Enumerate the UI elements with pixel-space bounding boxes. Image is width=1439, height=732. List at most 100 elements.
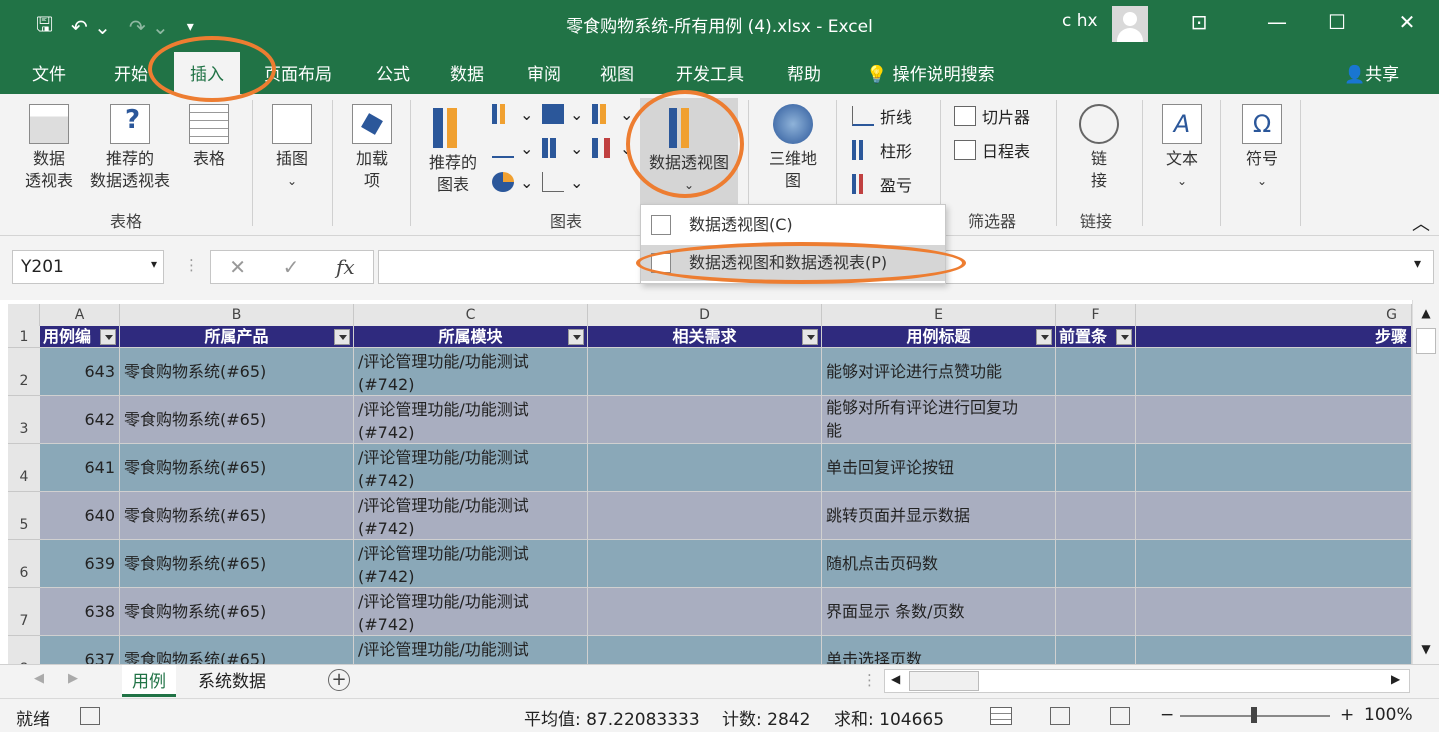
header-cell-g[interactable]: 步骤 [1136,326,1412,348]
text-button[interactable]: A 文本 ⌄ [1154,104,1210,192]
filter-dropdown-icon[interactable] [1036,329,1052,345]
zoom-out-icon[interactable]: − [1160,705,1174,725]
tell-me-search[interactable]: 💡 操作说明搜索 [866,60,995,85]
symbol-button[interactable]: Ω 符号 ⌄ [1234,104,1290,192]
cell-b[interactable]: 零食购物系统(#65) [120,348,354,396]
cell-d[interactable] [588,540,822,588]
cell-g[interactable] [1136,348,1412,396]
tab-page-layout[interactable]: 页面布局 [264,60,332,85]
page-layout-view-icon[interactable] [1050,707,1070,725]
cell-g[interactable] [1136,492,1412,540]
tab-review[interactable]: 审阅 [527,60,561,85]
filter-dropdown-icon[interactable] [568,329,584,345]
zoom-slider-thumb[interactable] [1251,707,1257,723]
cell-g[interactable] [1136,444,1412,492]
cell-g[interactable] [1136,396,1412,444]
cell-b[interactable]: 零食购物系统(#65) [120,636,354,664]
tab-developer[interactable]: 开发工具 [676,60,744,85]
timeline-button[interactable]: 日程表 [954,138,1030,162]
cell-a[interactable]: 642 [40,396,120,444]
cell-c[interactable]: /评论管理功能/功能测试 [354,636,588,664]
horizontal-scroll-thumb[interactable] [909,671,979,691]
cell-f[interactable] [1056,444,1136,492]
cell-d[interactable] [588,444,822,492]
row-header[interactable]: 2 [8,348,40,396]
waterfall-chart-button[interactable]: ⌄ [592,104,633,124]
sheet-next-icon[interactable]: ▶ [68,671,78,686]
sheet-prev-icon[interactable]: ◀ [34,671,44,686]
cell-a[interactable]: 639 [40,540,120,588]
zoom-level[interactable]: 100% [1364,705,1413,725]
pivot-chart-button[interactable]: 数据透视图 ⌄ [640,98,738,204]
cell-f[interactable] [1056,396,1136,444]
normal-view-icon[interactable] [990,707,1012,725]
menu-item-pivot-chart[interactable]: 数据透视图(C) [641,207,945,243]
3d-map-button[interactable]: 三维地 图 [760,104,826,192]
combo-chart-button[interactable]: ⌄ [592,138,633,158]
cell-f[interactable] [1056,492,1136,540]
cell-g[interactable] [1136,636,1412,664]
cell-e[interactable]: 界面显示 条数/页数 [822,588,1056,636]
cell-b[interactable]: 零食购物系统(#65) [120,396,354,444]
cell-c[interactable]: /评论管理功能/功能测试 (#742) [354,588,588,636]
cell-e[interactable]: 单击选择页数 [822,636,1056,664]
column-header-e[interactable]: E [822,304,1056,326]
column-header-c[interactable]: C [354,304,588,326]
scroll-right-icon[interactable]: ▶ [1391,672,1400,686]
add-sheet-icon[interactable]: + [328,669,350,691]
cell-d[interactable] [588,636,822,664]
cell-a[interactable]: 637 [40,636,120,664]
row-header[interactable]: 4 [8,444,40,492]
filter-dropdown-icon[interactable] [802,329,818,345]
collapse-ribbon-icon[interactable]: ︿ [1412,210,1430,236]
header-cell-a[interactable]: 用例编 [40,326,120,348]
select-all-corner[interactable] [8,304,40,326]
scroll-left-icon[interactable]: ◀ [891,672,900,686]
row-header[interactable]: 7 [8,588,40,636]
sheet-tab-cases[interactable]: 用例 [122,665,176,697]
vertical-scrollbar[interactable]: ▲ ▼ [1412,300,1439,664]
expand-formula-icon[interactable]: ▾ [1414,256,1421,272]
link-button[interactable]: 链 接 [1072,104,1126,192]
cell-a[interactable]: 643 [40,348,120,396]
row-header[interactable]: 3 [8,396,40,444]
scroll-up-icon[interactable]: ▲ [1413,306,1439,320]
header-cell-b[interactable]: 所属产品 [120,326,354,348]
user-name[interactable]: c hx [1062,11,1098,31]
drag-handle-icon[interactable]: ⋮ [184,256,199,274]
scroll-down-icon[interactable]: ▼ [1413,642,1439,656]
cell-d[interactable] [588,588,822,636]
cell-e[interactable]: 能够对所有评论进行回复功 能 [822,396,1056,444]
statistic-chart-button[interactable]: ⌄ [542,138,583,158]
cell-f[interactable] [1056,636,1136,664]
column-header-g[interactable]: G [1136,304,1412,326]
sparkline-line-button[interactable]: 折线 [852,104,912,128]
column-header-b[interactable]: B [120,304,354,326]
scroll-thumb[interactable] [1416,328,1436,354]
tab-home[interactable]: 开始 [114,60,148,85]
cell-e[interactable]: 单击回复评论按钮 [822,444,1056,492]
insert-function-icon[interactable]: fx [336,255,355,279]
recommended-pivot-button[interactable]: ? 推荐的 数据透视表 [80,104,180,192]
column-header-f[interactable]: F [1056,304,1136,326]
cell-a[interactable]: 640 [40,492,120,540]
cancel-icon[interactable]: ✕ [229,255,246,279]
cell-f[interactable] [1056,588,1136,636]
tab-help[interactable]: 帮助 [787,60,821,85]
maximize-icon[interactable]: ☐ [1322,10,1352,34]
illustrations-button[interactable]: 插图 ⌄ [264,104,320,192]
hierarchy-chart-button[interactable]: ⌄ [542,104,583,124]
cell-c[interactable]: /评论管理功能/功能测试 (#742) [354,444,588,492]
cell-b[interactable]: 零食购物系统(#65) [120,444,354,492]
slicer-button[interactable]: 切片器 [954,104,1030,128]
cell-a[interactable]: 638 [40,588,120,636]
name-box[interactable]: Y201 ▾ [12,250,164,284]
recommended-charts-button[interactable]: 推荐的 图表 [420,108,486,196]
close-icon[interactable]: ✕ [1392,10,1422,34]
cell-e[interactable]: 能够对评论进行点赞功能 [822,348,1056,396]
minimize-icon[interactable]: — [1262,10,1292,34]
cell-c[interactable]: /评论管理功能/功能测试 (#742) [354,396,588,444]
cell-a[interactable]: 641 [40,444,120,492]
cell-c[interactable]: /评论管理功能/功能测试 (#742) [354,540,588,588]
cell-f[interactable] [1056,348,1136,396]
